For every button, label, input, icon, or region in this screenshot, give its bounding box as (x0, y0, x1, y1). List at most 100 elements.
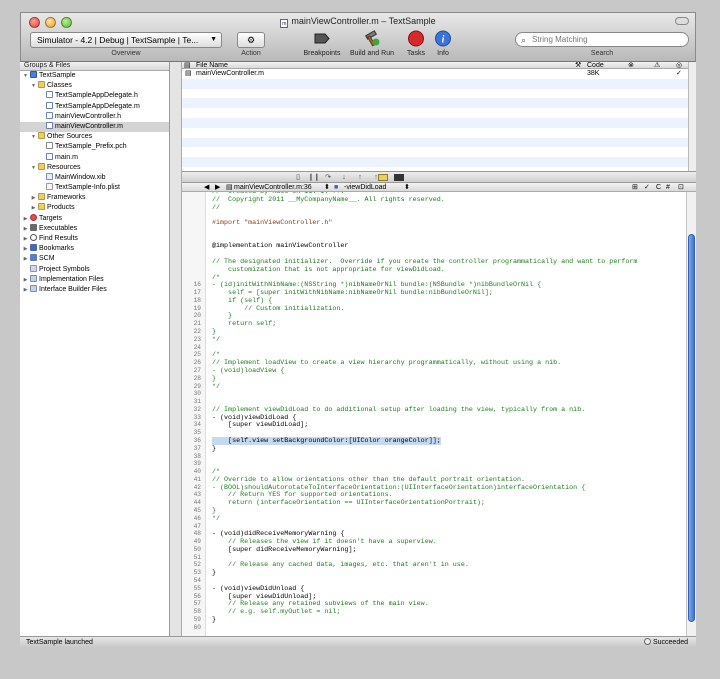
disclosure-triangle-icon[interactable]: ▼ (30, 163, 37, 173)
info-button[interactable]: i Info (431, 30, 455, 57)
info-icon: i (435, 30, 451, 47)
line-number-gutter[interactable]: 16 17 18 19 20 21 22 23 24 25 26 27 28 29 30 31 32 33 34 35… (182, 192, 206, 636)
sidebar-item[interactable]: mainViewController.m (20, 121, 169, 133)
empty-row (182, 128, 688, 138)
target-column-icon: ◎ (676, 62, 683, 69)
sidebar-item[interactable]: TextSample-Info.plist (20, 183, 169, 193)
sidebar-item-label: Targets (39, 214, 62, 222)
disclosure-triangle-icon[interactable]: ▶ (30, 203, 37, 213)
empty-row (182, 78, 688, 89)
console-icon[interactable] (394, 174, 404, 181)
bookmark-menu-icon[interactable]: ⊞ (632, 183, 638, 192)
breakpoint-menu-icon[interactable]: ✓ (644, 183, 650, 192)
sidebar-item[interactable]: ▶ Frameworks (20, 193, 169, 203)
sidebar-item[interactable]: ▼ Resources (20, 162, 169, 173)
line-number: 52 (193, 561, 201, 569)
breakpoints-button[interactable]: Breakpoints (299, 30, 345, 57)
disclosure-triangle-icon[interactable]: ▶ (22, 275, 29, 285)
sidebar-item-label: Other Sources (47, 133, 93, 141)
pause-icon[interactable]: ❙❙ (308, 174, 320, 181)
sidebar-item[interactable]: ▼ Other Sources (20, 132, 169, 142)
disclosure-triangle-icon[interactable]: ▶ (30, 193, 37, 203)
editor-scrollbar-thumb[interactable] (688, 234, 695, 622)
split-view-divider[interactable] (170, 62, 182, 636)
step-over-icon[interactable]: ↷ (324, 174, 332, 181)
m-icon (46, 121, 53, 129)
symbol-popup[interactable]: -viewDidLoad (344, 183, 386, 192)
class-menu-button[interactable]: C (656, 183, 661, 192)
editor-scrollbar[interactable] (686, 192, 696, 636)
sidebar-item-label: Implementation Files (39, 275, 104, 283)
counterpart-icon[interactable]: ⊡ (678, 183, 684, 192)
disclosure-triangle-icon[interactable]: ▶ (22, 244, 29, 254)
sidebar-item[interactable]: ▶ Implementation Files (20, 274, 169, 285)
line-number: 29 (193, 382, 201, 390)
sidebar-item[interactable]: MainWindow.xib (20, 172, 169, 183)
sidebar-item[interactable]: ▼ TextSample (20, 71, 169, 81)
disclosure-triangle-icon[interactable]: ▶ (22, 234, 29, 244)
disclosure-triangle-icon[interactable]: ▼ (30, 132, 37, 142)
disclosure-triangle-icon[interactable]: ▼ (30, 81, 37, 91)
search-field[interactable]: ⌕ String Matching (515, 32, 689, 47)
overview-popup[interactable]: Simulator - 4.2 | Debug | TextSample | T… (30, 32, 222, 48)
sidebar-item[interactable]: ▶ Find Results (20, 234, 169, 244)
code-editor[interactable]: // Created by nacs on 11. 1. ??.// Copyr… (206, 192, 686, 636)
sidebar-item[interactable]: TextSample_Prefix.pch (20, 142, 169, 152)
step-into-icon[interactable]: ↓ (340, 174, 348, 181)
target-checkbox[interactable]: ✓ (676, 69, 682, 79)
build-and-run-button[interactable]: Build and Run (347, 30, 397, 57)
line-number: 23 (193, 335, 201, 343)
file-icon: ▤ (185, 70, 192, 77)
disclosure-triangle-icon[interactable]: ▶ (22, 254, 29, 264)
action-popup[interactable]: ⚙ (237, 32, 265, 48)
status-icon (643, 638, 651, 645)
line-number: 37 (193, 444, 201, 452)
code-line: [super viewDidLoad]; (212, 421, 309, 430)
file-row[interactable]: ▤ mainViewController.m 38K ✓ (182, 69, 688, 79)
debugger-icon[interactable] (378, 174, 388, 181)
disclosure-triangle-icon[interactable]: ▶ (22, 224, 29, 234)
sidebar-item[interactable]: ▶ Bookmarks (20, 244, 169, 254)
sidebar-item[interactable]: ▼ Classes (20, 81, 169, 91)
step-out-icon[interactable]: ↑ (356, 174, 364, 181)
disclosure-triangle-icon[interactable]: ▼ (22, 71, 29, 81)
include-menu-icon[interactable]: # (666, 183, 670, 192)
sidebar-item[interactable]: TextSampleAppDelegate.h (20, 91, 169, 101)
code-line: } (212, 569, 217, 578)
detail-scrollbar[interactable] (688, 62, 696, 171)
sidebar-item-label: Resources (47, 163, 81, 171)
sidebar-item[interactable]: TextSampleAppDelegate.m (20, 101, 169, 112)
file-popup[interactable]: mainViewController.m:36 (234, 183, 312, 192)
sidebar-item[interactable]: ▶ Executables (20, 223, 169, 234)
sidebar-item[interactable]: mainViewController.h (20, 111, 169, 122)
line-number: 55 (193, 584, 201, 592)
tile-icon[interactable]: ▯ (294, 174, 302, 181)
breakpoint-icon (314, 33, 330, 44)
sidebar-tree: ▼ TextSample ▼ Classes TextSampleAppDelegate… (20, 71, 169, 295)
window-title: m mainViewController.m – TextSample (280, 16, 436, 28)
line-number: 39 (193, 460, 201, 468)
toolbar-toggle-button[interactable] (675, 17, 689, 25)
code-line: return self; (212, 320, 277, 329)
empty-row (182, 98, 688, 109)
sidebar-item-label: Executables (39, 224, 78, 232)
forward-arrow-icon[interactable]: ▶ (215, 183, 220, 192)
chevron-down-icon: ▼ (210, 36, 217, 43)
sidebar-item[interactable]: ▶ Interface Builder Files (20, 284, 169, 295)
sidebar-item[interactable]: ▶ SCM (20, 254, 169, 264)
disclosure-triangle-icon[interactable]: ▶ (22, 285, 29, 295)
file-name-column[interactable]: File Name (196, 62, 228, 69)
sidebar-item[interactable]: ▶ Targets (20, 213, 169, 224)
back-arrow-icon[interactable]: ◀ (204, 183, 209, 192)
detail-header: ▤ File Name ⚒ Code ⊗ ⚠ ◎ (182, 62, 688, 69)
disclosure-triangle-icon[interactable]: ▶ (22, 214, 29, 224)
code-column[interactable]: Code (587, 62, 604, 69)
code-line: // (212, 203, 221, 212)
sidebar-item[interactable]: Project Symbols (20, 264, 169, 275)
code-line: @implementation mainViewController (212, 242, 349, 251)
sidebar-item-label: Products (47, 204, 75, 212)
sidebar-item[interactable]: ▶ Products (20, 203, 169, 213)
tasks-button[interactable]: Tasks (401, 30, 431, 57)
line-number: 31 (193, 398, 201, 406)
sidebar-item[interactable]: main.m (20, 152, 169, 163)
